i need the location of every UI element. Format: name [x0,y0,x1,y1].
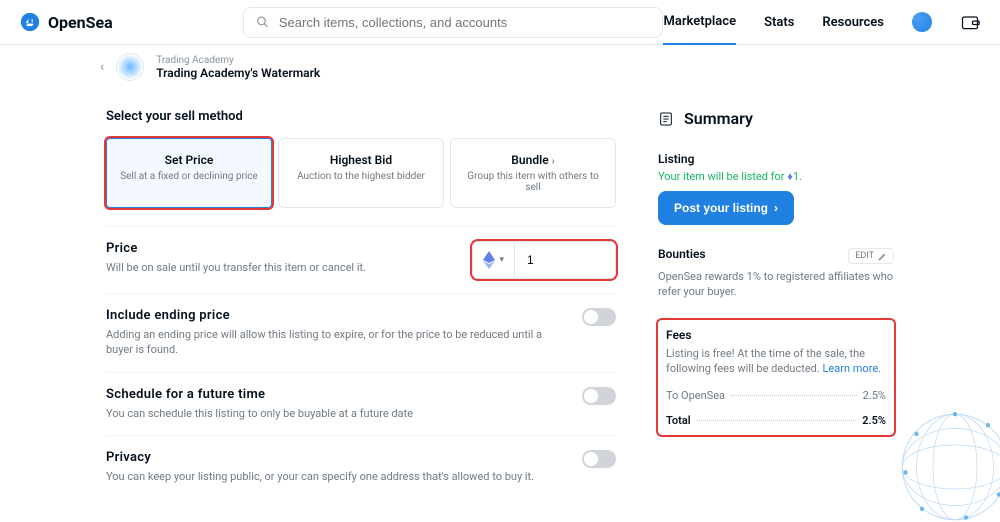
method-sub: Auction to the highest bidder [289,171,433,182]
learn-more-link[interactable]: Learn more. [823,362,882,375]
summary-icon [658,111,674,127]
logo-text: OpenSea [48,13,113,32]
price-input[interactable] [515,244,615,276]
collection-name[interactable]: Trading Academy [156,55,320,66]
ending-price-title: Include ending price [106,308,562,323]
nav-marketplace[interactable]: Marketplace [663,0,736,45]
fees-section: Fees Listing is free! At the time of the… [658,320,894,435]
fees-text: Listing is free! At the time of the sale… [666,346,886,377]
breadcrumb: ‹ Trading Academy Trading Academy's Wate… [0,45,1000,89]
pencil-icon [878,252,887,261]
eth-icon [483,251,495,269]
method-title: Bundle› [461,153,605,167]
price-title: Price [106,241,452,256]
privacy-title: Privacy [106,450,562,465]
fees-label: Fees [666,328,886,342]
ending-price-toggle[interactable] [582,308,616,326]
listing-text: Your item will be listed for ♦1. [658,170,894,183]
globe-decoration [900,412,1000,522]
method-sub: Sell at a fixed or declining price [117,171,261,182]
search-input[interactable] [279,15,650,30]
method-title: Highest Bid [289,153,433,167]
method-set-price[interactable]: Set Price Sell at a fixed or declining p… [106,138,272,208]
privacy-sub: You can keep your listing public, or you… [106,469,562,484]
search-icon [256,15,269,29]
schedule-sub: You can schedule this listing to only be… [106,406,562,421]
bounties-edit-button[interactable]: EDIT [848,248,894,264]
chevron-right-icon: › [774,201,778,215]
privacy-toggle[interactable] [582,450,616,468]
bounties-label: Bounties [658,247,706,261]
method-title: Set Price [117,153,261,167]
back-button[interactable]: ‹ [100,59,104,75]
bounties-text: OpenSea rewards 1% to registered affilia… [658,269,894,300]
item-name: Trading Academy's Watermark [156,66,320,80]
logo[interactable]: OpenSea [20,12,113,32]
nav-stats[interactable]: Stats [764,1,794,44]
price-sub: Will be on sale until you transfer this … [106,260,452,275]
method-sub: Group this item with others to sell [461,171,605,193]
nav-resources[interactable]: Resources [822,1,884,44]
opensea-logo-icon [20,12,40,32]
chevron-right-icon: › [552,156,555,167]
price-input-group: ▾ [472,241,616,279]
sell-method-label: Select your sell method [106,109,616,124]
currency-select[interactable]: ▾ [473,242,515,278]
wallet-icon[interactable] [960,12,980,32]
chevron-down-icon: ▾ [499,255,504,265]
schedule-title: Schedule for a future time [106,387,562,402]
fee-row-total: Total 2.5% [666,414,886,427]
schedule-toggle[interactable] [582,387,616,405]
method-highest-bid[interactable]: Highest Bid Auction to the highest bidde… [278,138,444,208]
listing-label: Listing [658,152,894,166]
ending-price-sub: Adding an ending price will allow this l… [106,327,562,358]
avatar[interactable] [912,12,932,32]
method-bundle[interactable]: Bundle› Group this item with others to s… [450,138,616,208]
fee-row-opensea: To OpenSea 2.5% [666,389,886,402]
search-bar[interactable] [243,7,663,38]
post-listing-button[interactable]: Post your listing › [658,191,794,225]
item-thumbnail[interactable] [116,53,144,81]
summary-title: Summary [684,109,753,128]
